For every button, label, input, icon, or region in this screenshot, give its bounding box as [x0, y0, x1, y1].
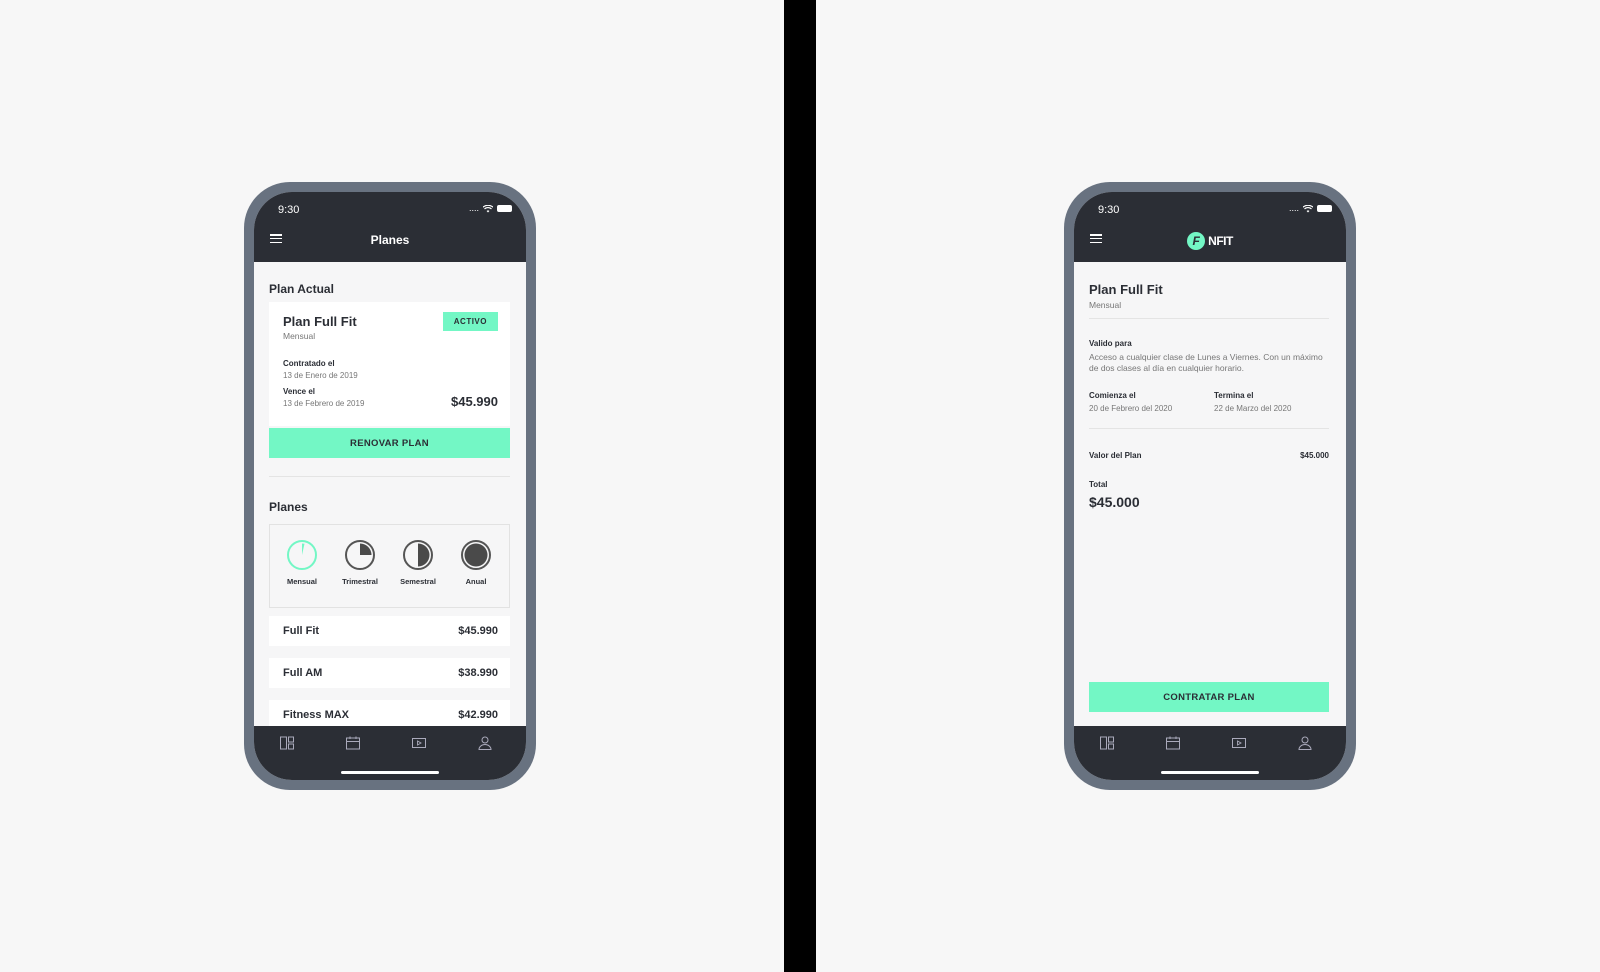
plan-row-name: Full Fit: [283, 625, 320, 637]
top-bar: 9:30 .... F NFIT: [1074, 192, 1346, 262]
tab-video[interactable]: [1231, 735, 1247, 751]
current-plan-period: Mensual: [283, 331, 316, 341]
plan-row-price: $42.990: [458, 709, 498, 721]
profile-icon: [478, 736, 492, 750]
plan-row-price: $38.990: [458, 667, 498, 679]
contracted-date: 13 de Enero de 2019: [283, 371, 358, 380]
panel-divider: [784, 0, 816, 972]
tab-calendar[interactable]: [1165, 735, 1181, 751]
profile-icon: [1298, 736, 1312, 750]
bottom-tab-bar: [254, 726, 526, 780]
period-label: Mensual: [286, 577, 317, 586]
current-plan-heading: Plan Actual: [269, 282, 334, 296]
start-label: Comienza el: [1089, 391, 1136, 400]
status-icons: ....: [1289, 204, 1332, 213]
phone-frame-plan-detail: 9:30 .... F NFIT Plan Full Fit Mensual V…: [1064, 182, 1356, 790]
battery-icon: [1317, 205, 1332, 212]
signal-icon: ....: [1288, 203, 1299, 213]
valid-label: Valido para: [1089, 339, 1132, 348]
plan-value: $45.000: [1300, 451, 1329, 460]
calendar-icon: [1166, 736, 1180, 750]
end-date: 22 de Marzo del 2020: [1214, 404, 1292, 413]
plan-row-name: Full AM: [283, 667, 323, 679]
wifi-icon: [1303, 204, 1313, 212]
expires-label: Vence el: [283, 387, 316, 396]
current-plan-card: Plan Full Fit Mensual ACTIVO Contratado …: [269, 302, 510, 426]
planes-screen: 9:30 .... Planes Plan Actual Plan Full F…: [254, 192, 526, 780]
calendar-icon: [346, 736, 360, 750]
home-indicator: [341, 771, 439, 774]
divider: [1089, 428, 1329, 429]
valid-description: Acceso a cualquier clase de Lunes a Vier…: [1089, 352, 1323, 373]
tab-calendar[interactable]: [345, 735, 361, 751]
tab-video[interactable]: [411, 735, 427, 751]
plan-period: Mensual: [1089, 300, 1122, 310]
current-plan-name: Plan Full Fit: [283, 314, 357, 329]
plan-row[interactable]: Fitness MAX $42.990: [269, 700, 510, 726]
video-icon: [1232, 738, 1246, 748]
nfit-logo-icon: F: [1187, 232, 1206, 250]
signal-icon: ....: [468, 203, 479, 213]
period-option-trimestral[interactable]: Trimestral: [332, 539, 388, 586]
plans-heading: Planes: [269, 500, 308, 514]
period-selector: Mensual Trimestral Semestral Anual: [269, 524, 510, 608]
plan-row-name: Fitness MAX: [283, 709, 350, 721]
pie-full-icon: [461, 540, 491, 570]
bottom-tab-bar: [1074, 726, 1346, 780]
tab-dashboard[interactable]: [1099, 735, 1115, 751]
status-time: 9:30: [278, 204, 300, 216]
contract-plan-button[interactable]: CONTRATAR PLAN: [1089, 682, 1329, 712]
status-icons: ....: [469, 204, 512, 213]
period-option-semestral[interactable]: Semestral: [390, 539, 446, 586]
plan-name: Plan Full Fit: [1089, 282, 1163, 297]
plan-detail-content: Plan Full Fit Mensual Valido para Acceso…: [1074, 262, 1346, 726]
brand-logo: F NFIT: [1074, 232, 1346, 250]
battery-icon: [497, 205, 512, 212]
planes-content[interactable]: Plan Actual Plan Full Fit Mensual ACTIVO…: [254, 262, 526, 726]
pie-half-icon: [403, 540, 433, 570]
plan-row[interactable]: Full AM $38.990: [269, 658, 510, 688]
total-label: Total: [1089, 480, 1108, 489]
period-option-mensual[interactable]: Mensual: [274, 539, 330, 586]
plan-row[interactable]: Full Fit $45.990: [269, 616, 510, 646]
start-date: 20 de Febrero del 2020: [1089, 404, 1173, 413]
total-value: $45.000: [1089, 494, 1140, 510]
end-label: Termina el: [1214, 391, 1254, 400]
top-bar: 9:30 .... Planes: [254, 192, 526, 262]
plan-detail-screen: 9:30 .... F NFIT Plan Full Fit Mensual V…: [1074, 192, 1346, 780]
dashboard-icon: [1100, 736, 1114, 750]
status-time: 9:30: [1098, 204, 1120, 216]
tab-profile[interactable]: [1297, 735, 1313, 751]
pie-quarter-icon: [345, 540, 375, 570]
period-label: Anual: [465, 577, 487, 586]
period-label: Semestral: [400, 577, 436, 586]
plan-row-price: $45.990: [458, 625, 498, 637]
plan-value-label: Valor del Plan: [1089, 451, 1142, 460]
dashboard-icon: [280, 736, 294, 750]
brand-name: NFIT: [1208, 234, 1233, 248]
video-icon: [412, 738, 426, 748]
status-badge: ACTIVO: [442, 312, 498, 331]
renew-plan-button[interactable]: RENOVAR PLAN: [269, 428, 510, 458]
expires-date: 13 de Febrero de 2019: [283, 399, 365, 408]
period-option-anual[interactable]: Anual: [448, 539, 504, 586]
tab-dashboard[interactable]: [279, 735, 295, 751]
page-title: Planes: [370, 233, 410, 247]
current-plan-price: $45.990: [451, 394, 498, 409]
period-label: Trimestral: [342, 577, 378, 586]
home-indicator: [1161, 771, 1259, 774]
tab-profile[interactable]: [477, 735, 493, 751]
wifi-icon: [483, 204, 493, 212]
section-divider: [269, 476, 510, 477]
divider: [1089, 318, 1329, 319]
pie-month-icon: [287, 540, 317, 570]
phone-frame-planes: 9:30 .... Planes Plan Actual Plan Full F…: [244, 182, 536, 790]
contracted-label: Contratado el: [283, 359, 335, 368]
